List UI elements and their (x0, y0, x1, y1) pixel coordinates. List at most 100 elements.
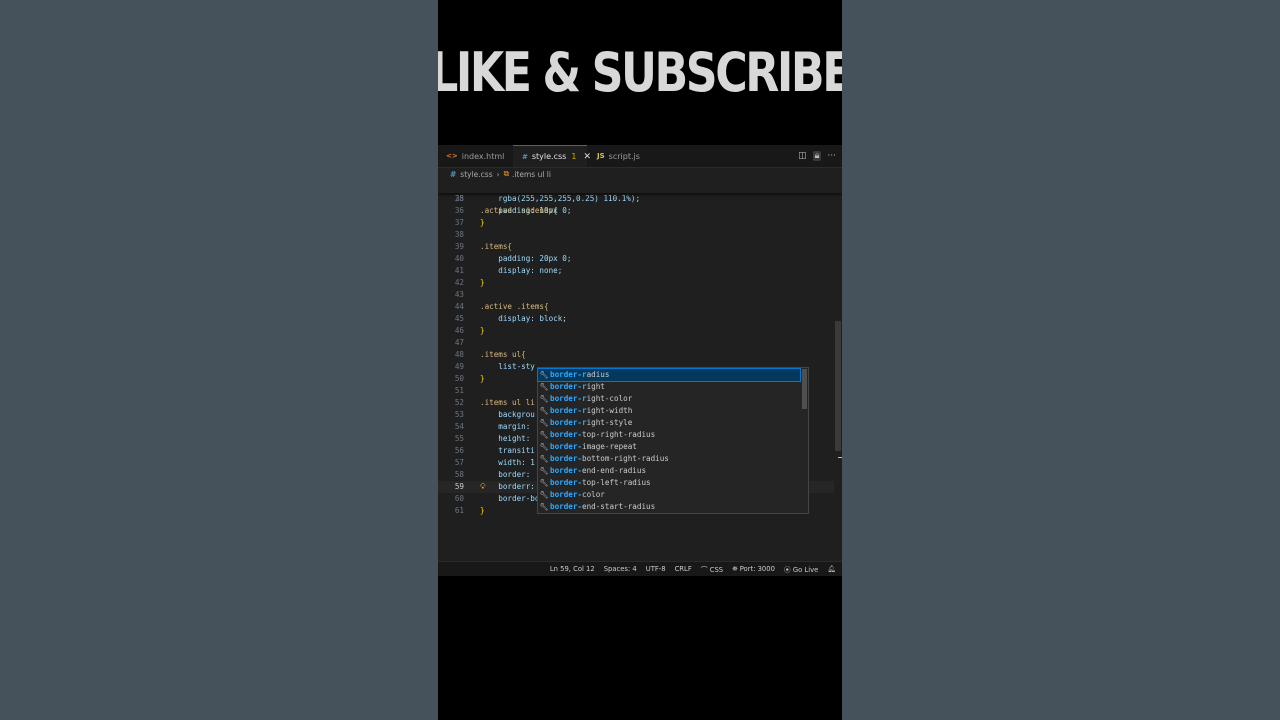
wrench-icon: 🔧︎ (539, 419, 549, 427)
suggestion-item[interactable]: 🔧︎ border-end-end-radius (538, 465, 800, 477)
line-number: 42 (454, 278, 464, 287)
suggestion-match: border-r (550, 394, 587, 403)
wrench-icon: 🔧︎ (539, 503, 549, 511)
suggest-scrollbar[interactable] (802, 369, 807, 409)
suggestion-item[interactable]: 🔧︎ border-radius (537, 368, 801, 382)
suggestion-match: border- (550, 466, 583, 475)
radio-tower-icon: ⦿ (783, 566, 793, 574)
code-line[interactable]: 39 .items{ (438, 241, 834, 253)
tab-style-css[interactable]: # style.css 1 ✕ (513, 145, 591, 167)
suggestion-item[interactable]: 🔧︎ border-top-left-radius (538, 477, 800, 489)
suggestion-item[interactable]: 🔧︎ border-image-repeat (538, 441, 800, 453)
go-live-button[interactable]: ⦿ Go Live (784, 564, 818, 574)
code-text: .active .sidenav{ (480, 206, 558, 215)
line-number: 51 (454, 386, 464, 395)
suggestion-rest: image-repeat (582, 442, 637, 451)
line-number: 58 (454, 470, 464, 479)
code-line[interactable]: 45 display: block; (438, 313, 834, 325)
cursor-marker (838, 457, 842, 458)
suggestion-item[interactable]: 🔧︎ border-color (538, 489, 800, 501)
wrench-icon: 🔧︎ (539, 467, 549, 475)
code-text: padding: 20px 0; (480, 254, 572, 263)
lightbulb-icon[interactable]: 💡︎ (480, 481, 486, 493)
wrench-icon: 🔧︎ (539, 455, 549, 463)
suggestion-rest: ight (586, 382, 605, 391)
encoding[interactable]: UTF-8 (646, 565, 666, 573)
code-line[interactable]: 38 (438, 229, 834, 241)
suggestion-match: border- (550, 442, 583, 451)
code-text: backgrou (480, 410, 535, 419)
suggestion-item[interactable]: 🔧︎ border-top-right-radius (538, 429, 800, 441)
banner: LIKE & SUBSCRIBE (438, 0, 842, 145)
port-indicator[interactable]: ⛯ Port: 3000 (732, 565, 775, 574)
suggestion-rest: adius (586, 370, 610, 379)
code-text: .active .items{ (480, 302, 549, 311)
code-line[interactable]: 40 padding: 20px 0; (438, 253, 834, 265)
suggestion-item[interactable]: 🔧︎ border-end-start-radius (538, 501, 800, 513)
line-number: 55 (454, 434, 464, 443)
suggestion-match: border-r (550, 370, 587, 379)
code-text: display: block; (480, 314, 567, 323)
suggestion-item[interactable]: 🔧︎ border-bottom-right-radius (538, 453, 800, 465)
sticky-scroll-line[interactable]: 28 .active .sidenav{ (438, 181, 842, 215)
code-editor[interactable]: 28 .active .sidenav{ 35 rgba(255,255,255… (438, 181, 842, 559)
suggestion-item[interactable]: 🔧︎ border-right-color (538, 393, 800, 405)
code-text: height: (480, 434, 535, 443)
tab-label: index.html (461, 151, 505, 161)
code-line[interactable]: 48 .items ul{ (438, 349, 834, 361)
suggest-widget: 🔧︎ border-radius 🔧︎ border-right 🔧︎ border-ri… (537, 367, 809, 514)
suggestion-item[interactable]: 🔧︎ border-right (538, 381, 800, 393)
code-line[interactable]: 42} (438, 277, 834, 289)
breadcrumb-file[interactable]: style.css (460, 170, 492, 179)
lock-icon[interactable]: 🔒︎ (812, 151, 822, 161)
line-number: 57 (454, 458, 464, 467)
suggestion-rest: bottom-right-radius (582, 454, 669, 463)
code-line[interactable]: 43 (438, 289, 834, 301)
end-of-line[interactable]: CRLF (675, 565, 692, 573)
suggestion-item[interactable]: 🔧︎ border-right-style (538, 417, 800, 429)
editor-actions: ◫ 🔒︎ ··· (798, 145, 836, 167)
code-text: .items{ (480, 242, 513, 251)
suggestion-item[interactable]: 🔧︎ border-right-width (538, 405, 800, 417)
line-number: 53 (454, 410, 464, 419)
split-editor-icon[interactable]: ◫ (798, 151, 807, 161)
breadcrumb-symbol[interactable]: .items ul li (512, 170, 551, 179)
code-line[interactable]: 46} (438, 325, 834, 337)
cursor-position[interactable]: Ln 59, Col 12 (550, 565, 595, 573)
tab-label: style.css (531, 152, 567, 161)
code-text: .items ul li (480, 398, 535, 407)
code-text: list-sty (480, 362, 535, 371)
suggestion-rest: ight-width (586, 406, 633, 415)
background-left (0, 0, 438, 720)
code-text: .items ul{ (480, 350, 526, 359)
html-file-icon: <> (446, 152, 458, 160)
wrench-icon: 🔧︎ (539, 395, 549, 403)
problem-count-badge: 1 (571, 152, 577, 161)
indentation[interactable]: Spaces: 4 (604, 565, 637, 573)
tab-index-html[interactable]: <> index.html (438, 145, 512, 167)
code-line[interactable]: 41 display: none; (438, 265, 834, 277)
code-line[interactable]: 47 (438, 337, 834, 349)
line-number: 47 (454, 338, 464, 347)
breadcrumb: # style.css › ⧉ .items ul li (438, 167, 842, 181)
broadcast-icon: ⛯ (732, 564, 740, 573)
language-mode[interactable]: ⌒ CSS (701, 564, 723, 574)
line-number: 43 (454, 290, 464, 299)
line-number: 40 (454, 254, 464, 263)
wrench-icon: 🔧︎ (539, 371, 549, 379)
scrollbar-thumb[interactable] (835, 321, 841, 451)
code-line[interactable]: 37} (438, 217, 834, 229)
suggestion-match: border-r (550, 382, 587, 391)
tab-script-js[interactable]: JS script.js (588, 145, 662, 167)
code-line[interactable]: 35 rgba(255,255,255,0.25) 110.1%); (438, 193, 834, 205)
suggestion-match: border-r (550, 406, 587, 415)
code-text: } (480, 218, 485, 227)
line-number: 28 (454, 194, 464, 203)
more-actions-icon[interactable]: ··· (827, 151, 836, 161)
suggestion-match: border- (550, 502, 583, 511)
line-number: 41 (454, 266, 464, 275)
code-line[interactable]: 44 .active .items{ (438, 301, 834, 313)
bell-icon[interactable]: 🔔︎ (827, 565, 836, 573)
editor-scrollbar[interactable] (834, 181, 842, 559)
vscode-window: <> index.html # style.css 1 ✕ JS script.… (438, 145, 842, 576)
